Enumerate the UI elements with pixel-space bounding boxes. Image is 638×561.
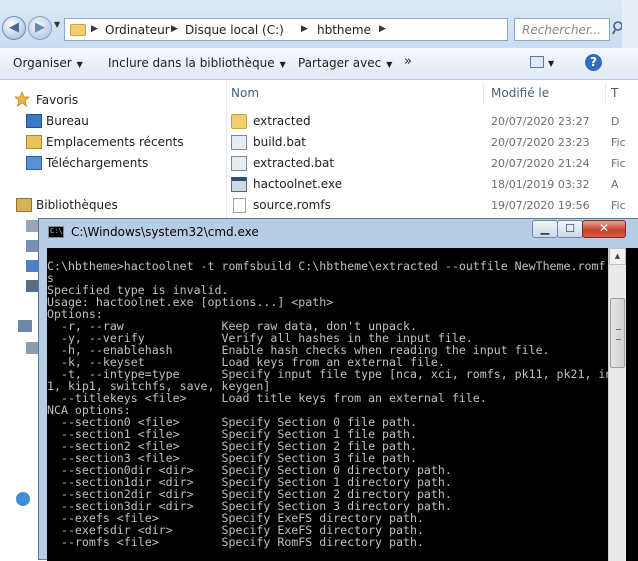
- folder-icon: [231, 114, 247, 129]
- cmd-titlebar[interactable]: C:\ C:\Windows\system32\cmd.exe ▁ ☐ ✕: [39, 219, 638, 245]
- column-divider[interactable]: [483, 82, 484, 104]
- column-header-type[interactable]: T: [611, 86, 618, 100]
- file-type: A: [611, 178, 619, 191]
- command-bar: Organiser ▼ Inclure dans la bibliothèque ▼…: [0, 48, 638, 80]
- nav-favorites[interactable]: Favoris: [36, 93, 78, 107]
- downloads-icon: [26, 156, 42, 170]
- scroll-up-arrow-icon[interactable]: ▲: [609, 248, 626, 265]
- console-line: C:\hbtheme>hactoolnet -t romfsbuild C:\h…: [47, 259, 606, 273]
- help-icon[interactable]: ?: [585, 54, 602, 71]
- file-type: Fic: [611, 157, 626, 170]
- file-row[interactable]: extracted 20/07/2020 23:27 D: [227, 111, 638, 132]
- window-edge: [622, 0, 638, 48]
- libraries-icon: [16, 198, 32, 212]
- grip-icon: [616, 329, 621, 340]
- more-commands-button[interactable]: »: [404, 54, 412, 69]
- column-header-name[interactable]: Nom: [231, 86, 259, 100]
- file-row[interactable]: source.romfs 19/07/2020 19:56 Fic: [227, 195, 638, 216]
- computer-icon: [18, 320, 32, 332]
- maximize-button[interactable]: ☐: [557, 220, 583, 238]
- share-with-button[interactable]: Partager avec ▼: [298, 56, 392, 70]
- file-date: 20/07/2020 23:23: [491, 136, 590, 149]
- breadcrumb-chevron-icon[interactable]: ▶: [171, 24, 178, 34]
- drive-icon: [26, 342, 38, 354]
- close-button[interactable]: ✕: [582, 220, 626, 238]
- desktop-icon: [26, 114, 42, 128]
- nav-recent-places[interactable]: Emplacements récents: [46, 135, 184, 149]
- breadcrumb-chevron-icon[interactable]: ▶: [379, 24, 386, 34]
- console-output[interactable]: C:\hbtheme>hactoolnet -t romfsbuild C:\h…: [47, 248, 638, 561]
- breadcrumb-local-disk[interactable]: Disque local (C:): [185, 23, 284, 37]
- cmd-window: C:\ C:\Windows\system32\cmd.exe ▁ ☐ ✕ C:…: [38, 218, 638, 561]
- console-line: --romfs <file> Specify RomFS directory p…: [60, 535, 424, 549]
- recent-places-icon: [26, 135, 42, 149]
- column-header-modified[interactable]: Modifié le: [491, 86, 549, 100]
- scroll-thumb[interactable]: [610, 298, 625, 368]
- minimize-button[interactable]: ▁: [532, 220, 558, 238]
- file-name: source.romfs: [253, 198, 331, 212]
- images-library-icon: [26, 240, 38, 252]
- favorites-star-icon: [14, 91, 30, 107]
- videos-library-icon: [26, 280, 38, 292]
- file-date: 19/07/2020 19:56: [491, 199, 590, 212]
- documents-library-icon: [26, 220, 38, 232]
- view-options-icon[interactable]: [530, 56, 544, 68]
- file-name: hactoolnet.exe: [253, 177, 343, 191]
- file-date: 18/01/2019 03:32: [491, 178, 590, 191]
- file-row[interactable]: hactoolnet.exe 18/01/2019 03:32 A: [227, 174, 638, 195]
- file-type: D: [611, 115, 620, 128]
- exe-file-icon: [231, 177, 247, 192]
- include-in-library-button[interactable]: Inclure dans la bibliothèque ▼: [108, 56, 286, 70]
- file-icon: [233, 198, 246, 213]
- search-input[interactable]: Rechercher...: [514, 18, 610, 41]
- column-divider[interactable]: [605, 82, 606, 104]
- file-row[interactable]: extracted.bat 20/07/2020 21:24 Fic: [227, 153, 638, 174]
- file-type: Fic: [611, 199, 626, 212]
- chevron-down-icon: ▼: [76, 60, 83, 69]
- breadcrumb-chevron-icon[interactable]: ▶: [91, 24, 98, 34]
- folder-icon: [70, 24, 86, 36]
- breadcrumb-hbtheme[interactable]: hbtheme: [317, 23, 371, 37]
- file-type: Fic: [611, 136, 626, 149]
- console-text: C:\hbtheme>hactoolnet -t romfsbuild C:\h…: [47, 260, 619, 548]
- nav-desktop[interactable]: Bureau: [46, 114, 89, 128]
- forward-button[interactable]: ▶: [28, 16, 52, 40]
- network-icon: [16, 492, 30, 506]
- window-title: C:\Windows\system32\cmd.exe: [71, 225, 259, 239]
- file-date: 20/07/2020 23:27: [491, 115, 590, 128]
- share-label: Partager avec: [298, 56, 382, 70]
- chevron-down-icon: ▼: [279, 60, 286, 69]
- file-name: build.bat: [253, 135, 306, 149]
- recent-pages-chevron-icon[interactable]: ▼: [54, 20, 60, 29]
- batch-file-icon: [231, 156, 247, 171]
- chevron-down-icon: ▼: [386, 60, 393, 69]
- breadcrumb-computer[interactable]: Ordinateur: [105, 23, 170, 37]
- file-date: 20/07/2020 21:24: [491, 157, 590, 170]
- back-button[interactable]: ◀: [2, 16, 26, 40]
- music-library-icon: [26, 260, 38, 272]
- include-label: Inclure dans la bibliothèque: [108, 56, 275, 70]
- organize-button[interactable]: Organiser ▼: [13, 56, 83, 70]
- file-name: extracted: [253, 114, 311, 128]
- chevron-down-icon[interactable]: ▼: [548, 59, 554, 68]
- organize-label: Organiser: [13, 56, 72, 70]
- breadcrumb-chevron-icon[interactable]: ▶: [301, 24, 308, 34]
- nav-libraries[interactable]: Bibliothèques: [36, 198, 118, 212]
- file-name: extracted.bat: [253, 156, 335, 170]
- nav-downloads[interactable]: Téléchargements: [46, 156, 148, 170]
- address-bar[interactable]: ▶ Ordinateur ▶ Disque local (C:) ▶ hbthe…: [64, 18, 508, 41]
- file-row[interactable]: build.bat 20/07/2020 23:23 Fic: [227, 132, 638, 153]
- batch-file-icon: [231, 135, 247, 150]
- address-row: ◀ ▶ ▼ ▶ Ordinateur ▶ Disque local (C:) ▶…: [0, 0, 638, 48]
- vertical-scrollbar[interactable]: ▲: [608, 248, 626, 561]
- cmd-app-icon[interactable]: C:\: [48, 226, 64, 238]
